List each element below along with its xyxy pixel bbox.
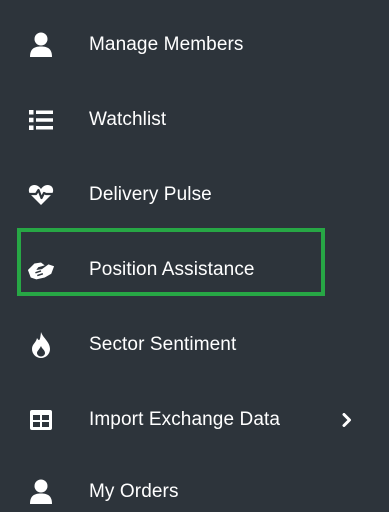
fire-icon: [27, 331, 55, 359]
highlight-box: [17, 228, 325, 296]
list-icon: [27, 106, 55, 134]
menu-item-label: Sector Sentiment: [89, 334, 237, 355]
user-icon: [27, 478, 55, 506]
menu-item-my-orders[interactable]: My Orders: [0, 472, 389, 512]
menu-item-label: Watchlist: [89, 109, 167, 130]
chevron-right-icon[interactable]: [340, 411, 354, 429]
menu-item-manage-members[interactable]: Manage Members: [0, 25, 389, 65]
menu-item-label: Delivery Pulse: [89, 184, 212, 205]
menu-item-label: My Orders: [89, 481, 179, 502]
menu-item-label: Manage Members: [89, 34, 244, 55]
menu-item-delivery-pulse[interactable]: Delivery Pulse: [0, 175, 389, 215]
table-icon: [27, 406, 55, 434]
user-icon: [27, 31, 55, 59]
sidebar-menu: Manage Members Watchlist Delivery Pulse: [0, 0, 389, 512]
heartbeat-icon: [27, 181, 55, 209]
menu-item-import-exchange-data[interactable]: Import Exchange Data: [0, 400, 389, 440]
menu-item-label: Import Exchange Data: [89, 409, 281, 430]
menu-item-sector-sentiment[interactable]: Sector Sentiment: [0, 325, 389, 365]
menu-item-watchlist[interactable]: Watchlist: [0, 100, 389, 140]
